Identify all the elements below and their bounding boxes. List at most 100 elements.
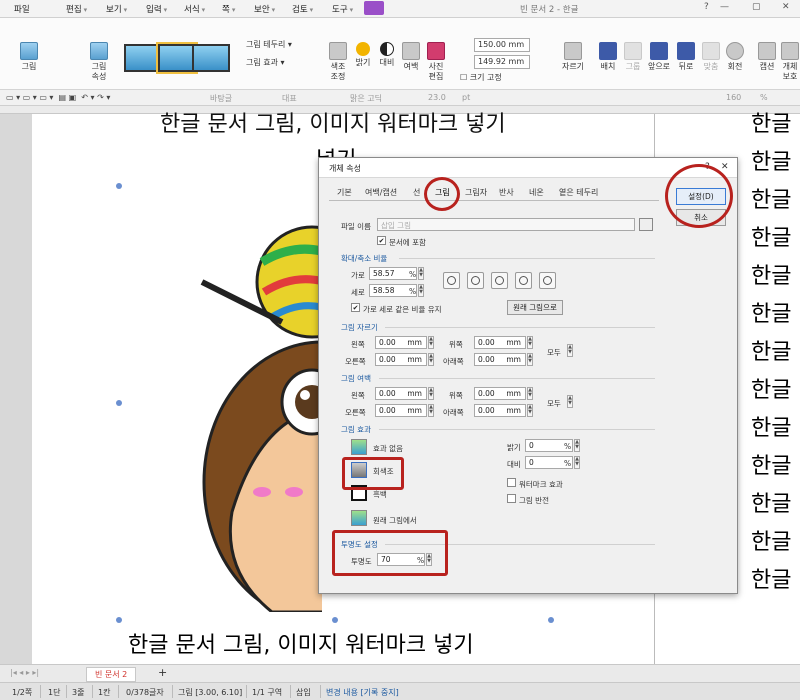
minimize-button[interactable]: — <box>720 2 729 12</box>
align-button[interactable]: 맞춤 <box>700 42 722 72</box>
height-input[interactable]: 149.92 mm <box>474 55 530 69</box>
zoom-out-icon[interactable] <box>467 272 484 289</box>
zoom-out-small-icon[interactable] <box>491 272 508 289</box>
status-page[interactable]: 1/2쪽 <box>12 687 32 698</box>
picture-border-button[interactable]: 그림 테두리 ▾ <box>246 40 292 50</box>
margin-left-input[interactable]: 0.00 mm <box>375 387 427 400</box>
menu-security[interactable]: 보안 ▾ <box>254 3 275 15</box>
tab-neon[interactable]: 네온 <box>529 187 544 198</box>
invert-checkbox[interactable] <box>507 494 516 503</box>
tab-shadow[interactable]: 그림자 <box>465 187 487 198</box>
browse-file-icon[interactable] <box>639 218 653 231</box>
resize-handle-br[interactable] <box>548 617 554 623</box>
picture-effect-button[interactable]: 그림 효과 ▾ <box>246 58 285 68</box>
crop-all-spinner[interactable]: ▲ ▼ <box>567 344 573 357</box>
tab-line[interactable]: 선 <box>413 187 420 198</box>
tab-nav-arrows[interactable]: |◂ ◂ ▸ ▸| <box>10 668 39 677</box>
zoom-value[interactable]: 160 <box>726 93 741 102</box>
width-input[interactable]: 150.00 mm <box>474 38 530 52</box>
crop-button[interactable]: 자르기 <box>560 42 586 72</box>
crop-bottom-input[interactable]: 0.00 mm <box>474 353 526 366</box>
margin-bottom-spinner[interactable]: ▲ ▼ <box>527 404 533 417</box>
tab-margin-caption[interactable]: 여백/캡션 <box>365 187 397 198</box>
send-back-button[interactable]: 뒤로 <box>674 42 698 72</box>
picture-button[interactable]: 그림 <box>16 42 42 72</box>
para-style-select[interactable]: 대표 <box>282 93 297 104</box>
margin-button[interactable]: 여백 <box>400 42 422 72</box>
margin-left-spinner[interactable]: ▲ ▼ <box>428 387 434 400</box>
help-button[interactable]: ? <box>704 2 709 12</box>
margin-all-spinner[interactable]: ▲ ▼ <box>567 395 573 408</box>
picture-style-3[interactable] <box>192 44 230 72</box>
menu-page[interactable]: 쪽 ▾ <box>222 3 235 15</box>
margin-right-input[interactable]: 0.00 mm <box>375 404 427 417</box>
menu-review[interactable]: 검토 ▾ <box>292 3 313 15</box>
resize-handle-tl[interactable] <box>116 183 122 189</box>
tab-reflection[interactable]: 반사 <box>499 187 514 198</box>
picture-style-1[interactable] <box>124 44 162 72</box>
color-adjust-button[interactable]: 색조 조정 <box>326 42 350 82</box>
status-track-changes[interactable]: 변경 내용 [기록 중지] <box>326 687 399 698</box>
picture-style-2[interactable] <box>156 42 198 74</box>
font-select[interactable]: 맑은 고딕 <box>350 93 382 104</box>
rotate-button[interactable]: 회전 <box>724 42 746 72</box>
keep-ratio-checkbox[interactable]: ✔ <box>351 303 360 312</box>
doc-tab-active[interactable]: 빈 문서 2 <box>86 667 137 682</box>
zoom-in-double-icon[interactable] <box>539 272 556 289</box>
margin-top-spinner[interactable]: ▲ ▼ <box>527 387 533 400</box>
crop-right-input[interactable]: 0.00 mm <box>375 353 427 366</box>
zoom-100-icon[interactable] <box>443 272 460 289</box>
inserted-picture[interactable] <box>182 192 322 612</box>
add-tab-button[interactable]: + <box>158 666 167 679</box>
scale-width-spinner[interactable]: ▲ ▼ <box>418 267 424 280</box>
font-size-value[interactable]: 23.0 <box>428 93 446 102</box>
crop-bottom-spinner[interactable]: ▲ ▼ <box>527 353 533 366</box>
resize-handle-bm[interactable] <box>332 617 338 623</box>
from-original-icon[interactable] <box>351 510 367 526</box>
crop-top-spinner[interactable]: ▲ ▼ <box>527 336 533 349</box>
contrast-spinner[interactable]: ▲ ▼ <box>574 456 580 469</box>
crop-left-spinner[interactable]: ▲ ▼ <box>428 336 434 349</box>
menu-file[interactable]: 파일 <box>14 3 30 15</box>
menu-view[interactable]: 보기 ▾ <box>106 3 127 15</box>
maximize-button[interactable]: ▢ <box>752 2 761 12</box>
margin-bottom-input[interactable]: 0.00 mm <box>474 404 526 417</box>
watermark-checkbox[interactable] <box>507 478 516 487</box>
contrast-button[interactable]: 대비 <box>376 42 398 68</box>
caption-button[interactable]: 캡션 <box>756 42 778 72</box>
resize-handle-ml[interactable] <box>116 400 122 406</box>
embed-checkbox[interactable]: ✔ <box>377 236 386 245</box>
picture-context-tab[interactable] <box>364 1 384 15</box>
original-size-button[interactable]: 원래 그림으로 <box>507 300 563 315</box>
status-insert-mode[interactable]: 삽입 <box>296 687 311 698</box>
resize-handle-bl[interactable] <box>116 617 122 623</box>
picture-props-button[interactable]: 그림 속성 <box>86 42 112 82</box>
menu-format[interactable]: 서식 ▾ <box>184 3 205 15</box>
brightness-button[interactable]: 밝기 <box>352 42 374 68</box>
quick-access-icons[interactable]: ▭ ▾ ▭ ▾ ▭ ▾ ▤ ▣ ↶ ▾ ↷ ▾ <box>6 93 110 102</box>
crop-right-spinner[interactable]: ▲ ▼ <box>428 353 434 366</box>
bring-front-button[interactable]: 앞으로 <box>646 42 672 72</box>
menu-input[interactable]: 입력 ▾ <box>146 3 167 15</box>
margin-right-spinner[interactable]: ▲ ▼ <box>428 404 434 417</box>
group-button[interactable]: 그룹 <box>622 42 644 72</box>
margin-top-input[interactable]: 0.00 mm <box>474 387 526 400</box>
size-lock-checkbox[interactable]: ☐ 크기 고정 <box>460 73 502 83</box>
object-protect-button[interactable]: 개체 보호 <box>780 42 800 82</box>
arrange-button[interactable]: 배치 <box>596 42 620 72</box>
no-effect-icon[interactable] <box>351 439 367 455</box>
photo-edit-button[interactable]: 사진 편집 <box>424 42 448 82</box>
style-select[interactable]: 바탕글 <box>210 93 232 104</box>
crop-left-input[interactable]: 0.00 mm <box>375 336 427 349</box>
close-button[interactable]: ✕ <box>782 2 790 12</box>
tab-soft-edge[interactable]: 옅은 테두리 <box>559 187 598 198</box>
file-name-field[interactable]: 삽입 그림 <box>377 218 635 231</box>
dialog-close-icon[interactable]: ✕ <box>721 162 729 172</box>
tab-basic[interactable]: 기본 <box>337 187 352 198</box>
zoom-in-icon[interactable] <box>515 272 532 289</box>
brightness-spinner[interactable]: ▲ ▼ <box>574 439 580 452</box>
crop-top-input[interactable]: 0.00 mm <box>474 336 526 349</box>
scale-height-spinner[interactable]: ▲ ▼ <box>418 284 424 297</box>
menu-edit[interactable]: 편집 ▾ <box>66 3 87 15</box>
menu-tools[interactable]: 도구 ▾ <box>332 3 353 15</box>
